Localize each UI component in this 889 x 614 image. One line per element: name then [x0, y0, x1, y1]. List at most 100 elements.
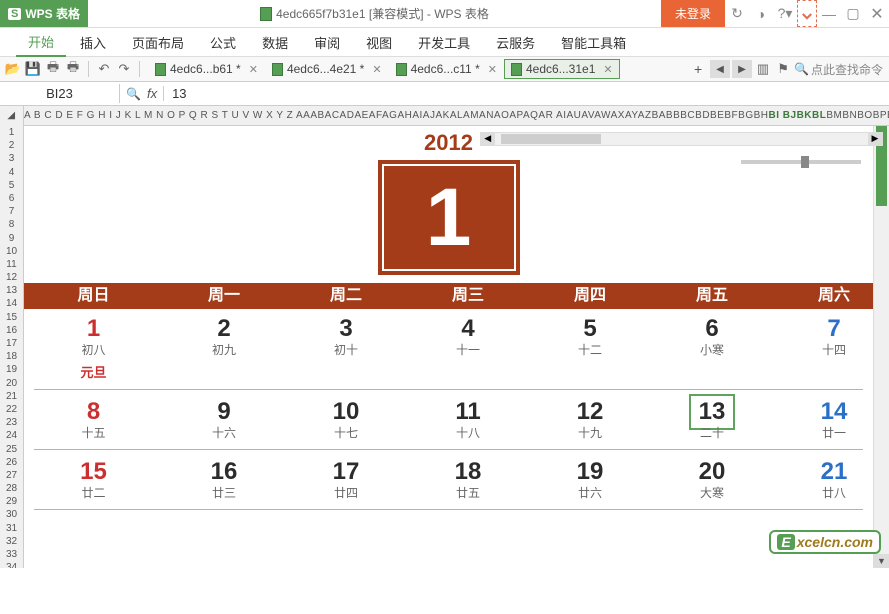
file-tab-close-icon[interactable]: ✕ [488, 63, 497, 76]
row-header-11[interactable]: 11 [0, 258, 23, 271]
vertical-scrollbar[interactable]: ▼ [873, 126, 889, 568]
menu-tab-8[interactable]: 云服务 [484, 29, 547, 56]
row-header-24[interactable]: 24 [0, 429, 23, 442]
row-header-12[interactable]: 12 [0, 271, 23, 284]
calendar-cell[interactable]: 18廿五 [407, 454, 529, 505]
file-tab[interactable]: 4edc6...4e21 *✕ [265, 59, 389, 79]
undo-icon[interactable]: ↶ [95, 60, 113, 78]
column-header-row[interactable]: ◢ A B C D E F G H I J K L M N O P Q R S … [0, 106, 889, 126]
search-name-icon[interactable]: 🔍 [126, 87, 141, 101]
row-header-26[interactable]: 26 [0, 456, 23, 469]
row-header-5[interactable]: 5 [0, 179, 23, 192]
calendar-cell[interactable]: 6小寒 [651, 311, 773, 385]
menu-tab-1[interactable]: 插入 [68, 29, 118, 56]
row-header-19[interactable]: 19 [0, 363, 23, 376]
file-tab[interactable]: 4edc6...c11 *✕ [389, 59, 504, 79]
calendar-cell[interactable]: 1初八元旦 [24, 311, 163, 385]
vscroll-down-icon[interactable]: ▼ [874, 554, 889, 568]
row-header-3[interactable]: 3 [0, 152, 23, 165]
hscroll-left-icon[interactable]: ◀ [481, 133, 495, 145]
row-header-31[interactable]: 31 [0, 522, 23, 535]
calendar-cell[interactable]: 12十九 [529, 394, 651, 445]
print-preview-icon[interactable]: 🖶 [64, 60, 82, 78]
row-header-28[interactable]: 28 [0, 482, 23, 495]
zoom-thumb[interactable] [801, 156, 809, 168]
calendar-cell[interactable]: 16廿三 [163, 454, 285, 505]
row-header-8[interactable]: 8 [0, 218, 23, 231]
row-header-25[interactable]: 25 [0, 443, 23, 456]
sync-icon[interactable]: ↻ [725, 0, 749, 27]
row-header-10[interactable]: 10 [0, 245, 23, 258]
row-header-1[interactable]: 1 [0, 126, 23, 139]
row-header-4[interactable]: 4 [0, 166, 23, 179]
new-tab-button[interactable]: + [688, 60, 708, 78]
calendar-cell[interactable]: 5十二 [529, 311, 651, 385]
hscroll-right-icon[interactable]: ▶ [868, 133, 882, 145]
calendar-cell[interactable]: 4十一 [407, 311, 529, 385]
calendar-cell[interactable]: 14廿一 [773, 394, 873, 445]
options-icon[interactable]: ⚑ [774, 60, 792, 78]
row-header-13[interactable]: 13 [0, 284, 23, 297]
calendar-cell[interactable]: 2初九 [163, 311, 285, 385]
row-header-22[interactable]: 22 [0, 403, 23, 416]
cell-reference-input[interactable]: BI23 [0, 84, 120, 103]
login-button[interactable]: 未登录 [661, 0, 725, 27]
row-header-33[interactable]: 33 [0, 548, 23, 561]
file-tab[interactable]: 4edc6...b61 *✕ [148, 59, 265, 79]
menu-tab-2[interactable]: 页面布局 [120, 29, 196, 56]
select-all-corner[interactable]: ◢ [0, 106, 24, 126]
row-header-23[interactable]: 23 [0, 416, 23, 429]
menu-tab-4[interactable]: 数据 [250, 29, 300, 56]
row-header-32[interactable]: 32 [0, 535, 23, 548]
calendar-cell[interactable]: 8十五 [24, 394, 163, 445]
row-header-6[interactable]: 6 [0, 192, 23, 205]
fx-button[interactable]: fx [147, 86, 157, 101]
file-tab[interactable]: 4edc6...31e1✕ [504, 59, 620, 79]
menu-tab-9[interactable]: 智能工具箱 [549, 29, 638, 56]
help-icon[interactable]: ?▾ [773, 0, 797, 27]
row-header-9[interactable]: 9 [0, 232, 23, 245]
menu-tab-3[interactable]: 公式 [198, 29, 248, 56]
file-tab-close-icon[interactable]: ✕ [372, 63, 381, 76]
tab-nav-left-icon[interactable]: ◀ [710, 60, 730, 78]
tab-nav-right-icon[interactable]: ▶ [732, 60, 752, 78]
row-header-18[interactable]: 18 [0, 350, 23, 363]
calendar-cell[interactable]: 7十四 [773, 311, 873, 385]
calendar-cell[interactable]: 13二十 [651, 394, 773, 445]
window-list-icon[interactable]: ▥ [754, 60, 772, 78]
calendar-cell[interactable]: 19廿六 [529, 454, 651, 505]
skin-icon[interactable]: ◑ [749, 0, 773, 27]
row-header-20[interactable]: 20 [0, 377, 23, 390]
formula-input[interactable]: 13 [164, 84, 889, 103]
row-header-30[interactable]: 30 [0, 508, 23, 521]
calendar-cell[interactable]: 3初十 [285, 311, 407, 385]
file-tab-close-icon[interactable]: ✕ [249, 63, 258, 76]
file-tab-close-icon[interactable]: ✕ [603, 63, 612, 76]
row-header-15[interactable]: 15 [0, 311, 23, 324]
print-direct-icon[interactable]: 🖶 [44, 60, 62, 78]
save-icon[interactable]: 💾 [24, 60, 42, 78]
minimize-icon[interactable]: — [817, 0, 841, 27]
row-headers[interactable]: 1234567891011121314151617181920212223242… [0, 126, 24, 568]
calendar-cell[interactable]: 20大寒 [651, 454, 773, 505]
row-header-29[interactable]: 29 [0, 495, 23, 508]
sheet-content[interactable]: 2012 1 周日周一周二周三周四周五周六 1初八元旦2初九3初十4十一5十二6… [24, 126, 873, 568]
calendar-cell[interactable]: 21廿八 [773, 454, 873, 505]
row-header-16[interactable]: 16 [0, 324, 23, 337]
close-icon[interactable]: ✕ [865, 0, 889, 27]
redo-icon[interactable]: ↷ [115, 60, 133, 78]
menu-tab-5[interactable]: 审阅 [302, 29, 352, 56]
calendar-cell[interactable]: 17廿四 [285, 454, 407, 505]
row-header-21[interactable]: 21 [0, 390, 23, 403]
menu-tab-7[interactable]: 开发工具 [406, 29, 482, 56]
menu-tab-0[interactable]: 开始 [16, 28, 66, 57]
row-header-2[interactable]: 2 [0, 139, 23, 152]
maximize-icon[interactable]: ▢ [841, 0, 865, 27]
row-header-7[interactable]: 7 [0, 205, 23, 218]
calendar-cell[interactable]: 15廿二 [24, 454, 163, 505]
menu-tab-6[interactable]: 视图 [354, 29, 404, 56]
command-search[interactable]: 🔍 点此查找命令 [794, 61, 883, 78]
zoom-slider[interactable] [741, 160, 861, 164]
horizontal-scrollbar[interactable]: ◀ ▶ [480, 132, 883, 146]
open-icon[interactable]: 📂 [4, 60, 22, 78]
